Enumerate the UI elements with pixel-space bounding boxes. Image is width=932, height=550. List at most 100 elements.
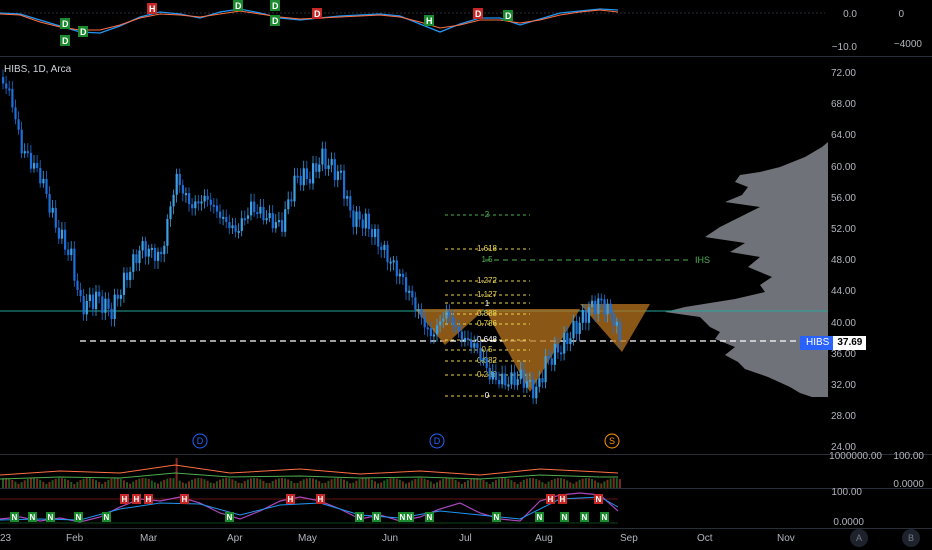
volume-bar	[333, 478, 336, 488]
volume-bar	[339, 478, 342, 488]
month-label[interactable]: Mar	[140, 533, 157, 544]
volume-bar	[581, 478, 584, 488]
volume-bar	[612, 478, 615, 488]
volume-bar	[212, 483, 215, 488]
candle-body	[584, 309, 587, 323]
candle-body	[556, 344, 560, 353]
candle-body	[389, 261, 392, 264]
price-axis[interactable]: 72.00 68.00 64.00 60.00 56.00 52.00 48.00 44.00…	[828, 57, 932, 454]
volume-bar	[132, 481, 135, 488]
volume-bar	[302, 479, 305, 488]
volume-bar	[442, 478, 445, 488]
candle-body	[138, 250, 141, 264]
candle-body	[315, 163, 318, 172]
candle-body	[429, 328, 432, 337]
candle-body	[581, 309, 584, 323]
volume-bar	[603, 481, 606, 488]
volume-bar	[67, 480, 70, 488]
candle-body	[166, 219, 169, 246]
volume-bar	[259, 479, 262, 488]
candle-body	[423, 317, 426, 328]
month-label[interactable]: Apr	[227, 533, 243, 544]
volume-bar	[417, 478, 420, 488]
price-axis-label: 72.00	[830, 68, 856, 79]
volume-bar	[501, 478, 504, 488]
volume-bar	[253, 478, 256, 488]
month-label[interactable]: Jun	[382, 533, 398, 544]
volume-bar	[104, 481, 107, 488]
candle-body	[178, 173, 181, 186]
rsi-panel: N N N N N N N N N N N N N N N NH H H H H H H H N	[0, 492, 619, 524]
candle-body	[76, 280, 79, 290]
signal-d: D	[272, 1, 279, 11]
volume-bar	[572, 483, 575, 488]
volume-bar	[191, 479, 194, 488]
auto-scale-button[interactable]: A	[850, 529, 868, 547]
volume-bar	[374, 481, 376, 488]
volume-bar	[157, 483, 159, 488]
volume-bar	[153, 482, 156, 488]
month-label[interactable]: May	[298, 533, 317, 544]
month-label[interactable]: Jul	[459, 533, 472, 544]
volume-bar	[209, 482, 212, 488]
volume-bar	[429, 481, 432, 488]
month-label[interactable]: Oct	[697, 533, 713, 544]
volume-bar	[51, 480, 54, 488]
candle-body	[132, 254, 135, 272]
candle-body	[160, 251, 163, 255]
volume-bar	[606, 479, 609, 488]
candle-body	[519, 369, 522, 380]
volume-bar	[358, 479, 361, 488]
candle-body	[243, 218, 246, 221]
candle-body	[250, 201, 253, 216]
month-label[interactable]: Nov	[777, 533, 795, 544]
candle-body	[91, 294, 95, 310]
rsi-signal-h-label: H	[288, 495, 294, 504]
volume-bar	[361, 478, 364, 488]
candle-body	[11, 88, 14, 108]
volume-bar	[119, 478, 122, 488]
ihs-label: IHS	[695, 255, 710, 265]
candle-body	[296, 175, 299, 178]
volume-bar	[200, 478, 203, 488]
candle-body	[42, 178, 45, 184]
candle-body	[398, 273, 401, 277]
volume-bar	[256, 478, 259, 488]
volume-bar	[544, 483, 547, 488]
scale-mode-button[interactable]: B	[902, 529, 920, 547]
volume-bar	[188, 481, 190, 488]
volume-bar	[222, 478, 225, 488]
volume-bar	[467, 480, 469, 488]
signal-d: D	[505, 11, 512, 21]
top-axis-label: 0.0	[843, 9, 857, 20]
main-price-chart[interactable]: 2 1.618 1.5 1.272 1.127 1 0.888 0.786 0.…	[0, 57, 828, 454]
volume-bar	[70, 481, 73, 488]
candle-body	[45, 178, 48, 195]
panel-divider[interactable]	[0, 528, 932, 529]
price-axis-label: 48.00	[830, 255, 856, 267]
volume-bar	[95, 480, 97, 488]
volume-bar	[597, 482, 600, 488]
month-label[interactable]: Aug	[535, 533, 553, 544]
candle-body	[219, 211, 222, 218]
candle-body	[48, 194, 51, 213]
volume-bar	[330, 479, 333, 488]
volume-bar	[510, 480, 513, 488]
candle-body	[454, 325, 457, 328]
volume-bar	[45, 483, 48, 488]
candle-body	[104, 298, 107, 313]
volume-bar	[553, 478, 556, 488]
volume-bar	[160, 481, 163, 488]
volume-bar	[274, 479, 277, 488]
volume-bar	[42, 481, 45, 488]
month-label[interactable]: Sep	[620, 533, 638, 544]
month-label[interactable]: Feb	[66, 533, 83, 544]
rsi-signal-h-label: H	[134, 495, 140, 504]
volume-bar	[290, 481, 293, 488]
volume-axis-label-right: 100.00	[893, 451, 924, 462]
volume-bar	[293, 483, 296, 488]
volume-bar	[401, 481, 404, 488]
volume-bar	[535, 478, 538, 488]
candle-body	[321, 148, 324, 165]
volume-bar	[284, 478, 287, 488]
